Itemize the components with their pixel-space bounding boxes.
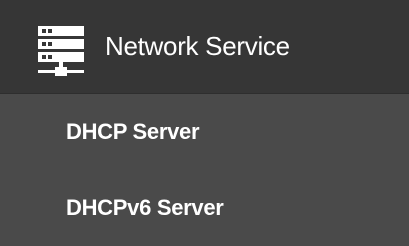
sidebar-menu: Network Service DHCP Server DHCPv6 Serve… — [0, 0, 409, 246]
menu-item-dhcpv6-server[interactable]: DHCPv6 Server — [0, 170, 409, 246]
server-rack-icon — [36, 24, 86, 76]
menu-item-label: DHCP Server — [66, 119, 200, 144]
menu-item-label: DHCPv6 Server — [66, 195, 224, 220]
network-service-submenu: DHCP Server DHCPv6 Server — [0, 94, 409, 246]
menu-header-network-service[interactable]: Network Service — [0, 0, 409, 94]
menu-item-dhcp-server[interactable]: DHCP Server — [0, 94, 409, 170]
menu-header-label: Network Service — [105, 31, 290, 61]
